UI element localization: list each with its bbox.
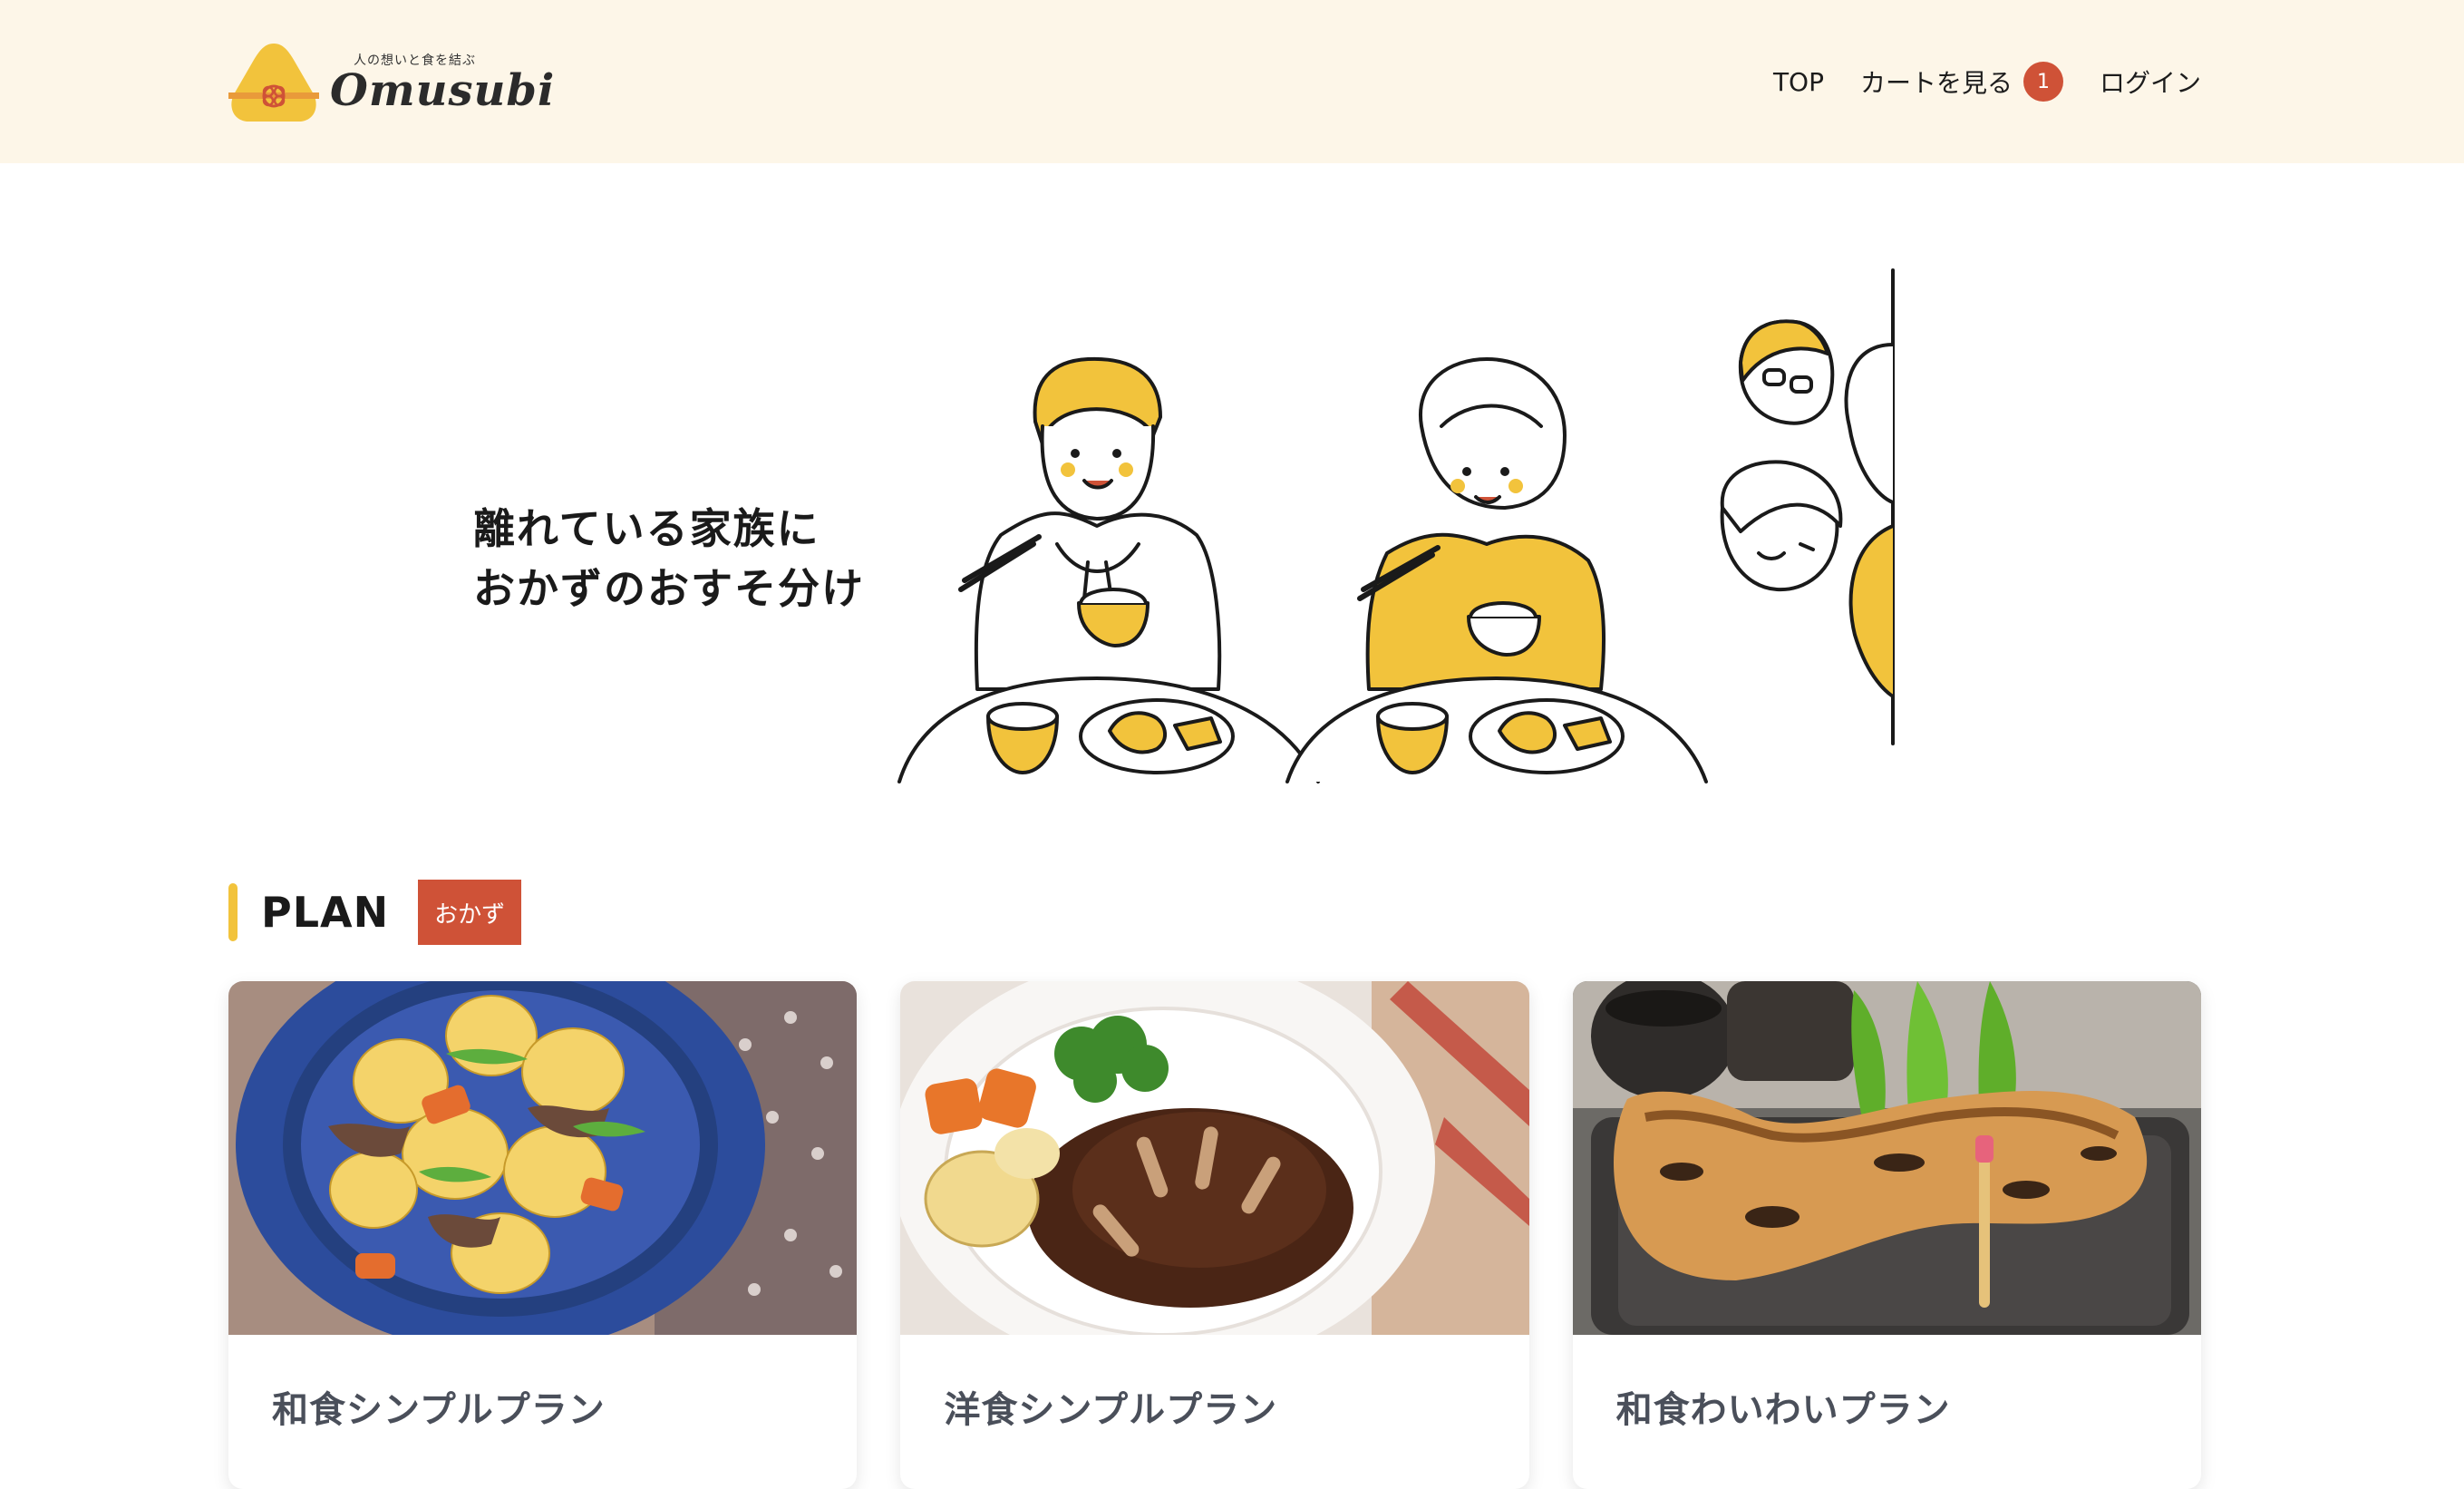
plan-card[interactable]: 洋食シンプルプラン xyxy=(900,981,1529,1489)
logo-wordmark: Omusubi xyxy=(330,65,556,116)
nav-login-link[interactable]: ログイン xyxy=(2100,63,2201,100)
section-title: PLAN xyxy=(261,888,390,937)
man-figure xyxy=(958,356,1222,691)
grilled-fish-collar-photo xyxy=(1572,981,2201,1335)
plan-card[interactable]: 和食シンプルプラン xyxy=(228,981,858,1489)
nikujaga-photo xyxy=(228,981,858,1335)
cart-count-badge: 1 xyxy=(2023,62,2063,102)
nav-top-link[interactable]: TOP xyxy=(1773,67,1824,97)
family-eating-illustration xyxy=(897,268,1895,783)
plan-card-list: 和食シンプルプラン 洋食シンプルプラン 和食わいわいプラン xyxy=(228,981,2201,1489)
onigiri-logo-icon xyxy=(228,44,319,122)
cart-label: カートを見る xyxy=(1859,68,2013,98)
plan-card[interactable]: 和食わいわいプラン xyxy=(1572,981,2201,1489)
grandparents-figure xyxy=(1720,268,1895,745)
hamburg-steak-photo xyxy=(900,981,1529,1335)
main-nav: TOP カートを見る 1 ログイン xyxy=(1773,56,2201,107)
hero-catchcopy: 離れている家族に おかずのおすそ分け xyxy=(473,499,865,618)
plan-card-title: 和食シンプルプラン xyxy=(272,1389,606,1431)
hero-line-2: おかずのおすそ分け xyxy=(473,564,865,613)
site-logo[interactable]: 人の想いと食を結ぶ Omusubi xyxy=(228,40,554,127)
dining-tables xyxy=(897,676,1708,783)
woman-figure xyxy=(1357,357,1606,691)
hero-line-1: 離れている家族に xyxy=(473,504,820,553)
plan-section-header: PLAN おかず xyxy=(228,880,522,945)
plan-card-title: 和食わいわいプラン xyxy=(1615,1389,1951,1431)
nav-cart-link[interactable]: カートを見る 1 xyxy=(1860,62,2063,102)
site-header: 人の想いと食を結ぶ Omusubi TOP カートを見る 1 ログイン xyxy=(0,0,2464,163)
section-accent-bar xyxy=(228,883,238,941)
plan-card-title: 洋食シンプルプラン xyxy=(944,1389,1278,1431)
section-category-tag: おかず xyxy=(418,880,522,945)
